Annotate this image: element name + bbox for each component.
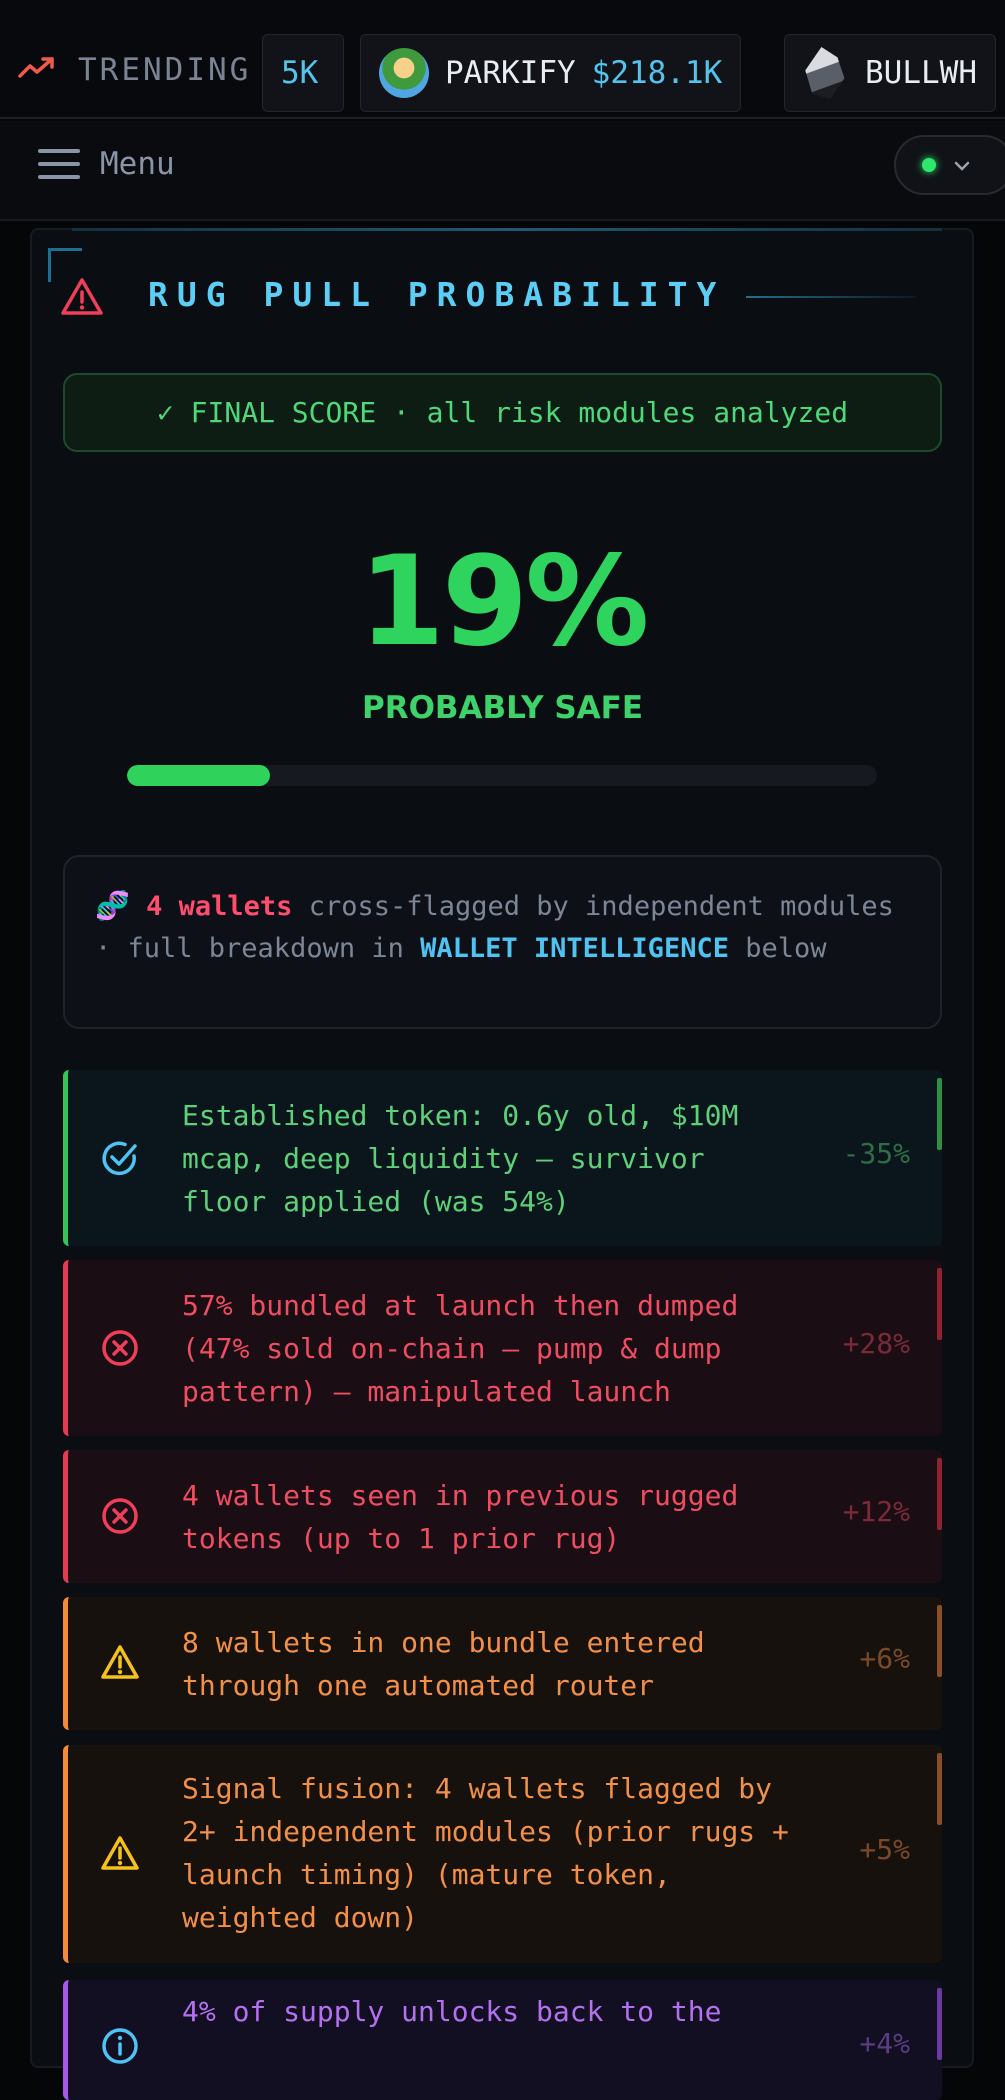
final-score-banner: ✓ FINAL SCORE · all risk modules analyze… bbox=[63, 373, 942, 452]
risk-factor-row: Signal fusion: 4 wallets flagged by 2+ i… bbox=[63, 1745, 942, 1963]
risk-factor-row: 4% of supply unlocks back to the +4% bbox=[63, 1980, 942, 2100]
x-circle-icon bbox=[100, 1328, 140, 1368]
card-title-icon-wrap bbox=[60, 277, 104, 317]
risk-factor-value: +5% bbox=[859, 1833, 910, 1866]
risk-factor-text: 8 wallets in one bundle entered through … bbox=[182, 1626, 705, 1702]
risk-factor-value: +6% bbox=[859, 1642, 910, 1675]
warning-triangle-icon bbox=[100, 1834, 140, 1874]
notice-text-end: below bbox=[728, 933, 827, 964]
ticker-item-bullwh[interactable]: BULLWH bbox=[784, 34, 996, 112]
score-progress-bar bbox=[127, 765, 877, 786]
risk-factor-row: 57% bundled at launch then dumped (47% s… bbox=[63, 1260, 942, 1436]
row-edge-marker bbox=[937, 1268, 942, 1340]
hamburger-icon bbox=[38, 149, 80, 179]
risk-factor-value: +12% bbox=[842, 1495, 910, 1528]
risk-factor-row: 8 wallets in one bundle entered through … bbox=[63, 1597, 942, 1730]
menu-button[interactable]: Menu bbox=[38, 146, 175, 182]
ticker-price: 5K bbox=[281, 55, 319, 91]
ticker-token-name: BULLWH bbox=[865, 55, 977, 91]
card-title: RUG PULL PROBABILITY bbox=[148, 275, 726, 314]
title-divider bbox=[746, 296, 916, 298]
row-edge-marker bbox=[937, 1988, 942, 2060]
wallet-intelligence-link[interactable]: WALLET INTELLIGENCE bbox=[420, 933, 729, 964]
ticker-item-partial[interactable]: 5K bbox=[262, 34, 344, 112]
score-verdict: PROBABLY SAFE bbox=[361, 690, 644, 726]
menu-label: Menu bbox=[100, 146, 175, 182]
flagged-wallet-count: 4 wallets bbox=[146, 891, 293, 922]
ticker-price: $218.1K bbox=[591, 55, 723, 91]
risk-factor-value: +28% bbox=[842, 1327, 910, 1360]
status-dot-icon bbox=[922, 158, 936, 172]
rug-probability-score: 19% bbox=[358, 530, 650, 674]
status-dropdown[interactable] bbox=[894, 135, 1005, 195]
risk-factor-text: Signal fusion: 4 wallets flagged by 2+ i… bbox=[182, 1772, 789, 1934]
ticker-token-name: PARKIFY bbox=[445, 55, 576, 91]
token-avatar bbox=[379, 48, 429, 98]
risk-factor-row: 4 wallets seen in previous rugged tokens… bbox=[63, 1450, 942, 1583]
row-edge-marker bbox=[937, 1753, 942, 1825]
wallet-flag-notice: 🧬 4 wallets cross-flagged by independent… bbox=[63, 855, 942, 1029]
ticker-item-parkify[interactable]: PARKIFY $218.1K bbox=[360, 34, 742, 112]
alert-triangle-icon bbox=[60, 277, 104, 317]
risk-factor-value: -35% bbox=[842, 1137, 910, 1170]
trending-up-icon bbox=[18, 53, 56, 88]
score-progress-fill bbox=[127, 765, 270, 786]
warning-triangle-icon bbox=[100, 1643, 140, 1683]
chevron-down-icon bbox=[954, 155, 970, 176]
info-circle-icon bbox=[100, 2026, 140, 2066]
risk-factor-text: 4 wallets seen in previous rugged tokens… bbox=[182, 1479, 739, 1555]
card-accent-line bbox=[72, 228, 942, 231]
risk-factor-value: +4% bbox=[859, 2027, 910, 2060]
trending-label: TRENDING bbox=[78, 52, 252, 88]
risk-factor-text: 57% bundled at launch then dumped (47% s… bbox=[182, 1289, 739, 1408]
token-avatar bbox=[805, 47, 845, 99]
dna-icon: 🧬 bbox=[95, 889, 130, 922]
row-edge-marker bbox=[937, 1605, 942, 1677]
trending-ticker: TRENDING 5K PARKIFY $218.1K BULLWH bbox=[0, 0, 1005, 119]
x-circle-icon bbox=[100, 1496, 140, 1536]
risk-factor-row: Established token: 0.6y old, $10M mcap, … bbox=[63, 1070, 942, 1246]
risk-factor-text: Established token: 0.6y old, $10M mcap, … bbox=[182, 1099, 739, 1218]
row-edge-marker bbox=[937, 1078, 942, 1150]
check-circle-icon bbox=[100, 1138, 140, 1178]
trending-label-group: TRENDING bbox=[18, 52, 251, 88]
risk-factor-text: 4% of supply unlocks back to the bbox=[182, 1995, 722, 2028]
row-edge-marker bbox=[937, 1458, 942, 1530]
